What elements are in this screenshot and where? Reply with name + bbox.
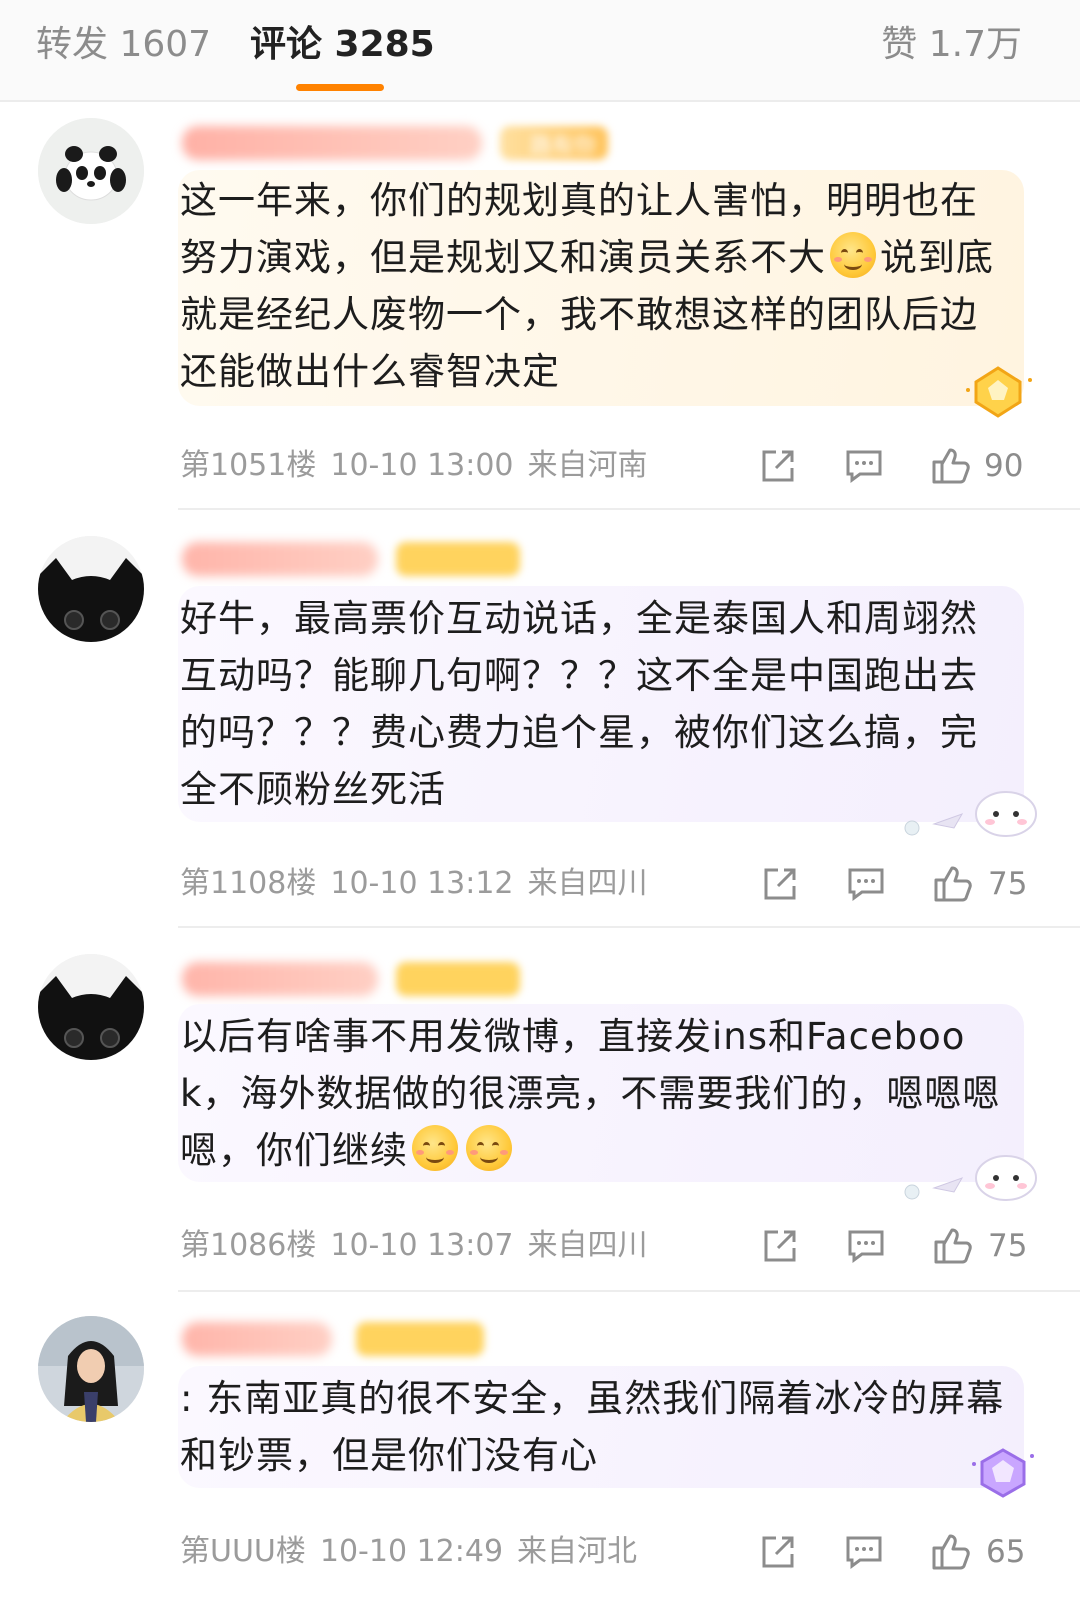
like-icon[interactable] — [928, 1530, 972, 1574]
diamond-badge-icon — [972, 1448, 1034, 1498]
like-count: 65 — [986, 1534, 1026, 1570]
bunny-sticker-icon — [904, 791, 1037, 837]
fan-badge[interactable] — [396, 542, 520, 576]
reply-icon[interactable] — [842, 444, 886, 488]
active-tab-indicator — [296, 84, 384, 91]
black-cat-avatar[interactable] — [38, 954, 144, 1060]
comment-actions: 75 — [0, 862, 1080, 912]
share-icon[interactable] — [758, 862, 802, 906]
comment-text: 以后有啥事不用发微博，直接发ins和Facebook，海外数据做的很漂亮，不需要… — [180, 1015, 1001, 1172]
share-icon[interactable] — [758, 1224, 802, 1268]
fan-badge[interactable] — [396, 962, 520, 996]
share-icon[interactable] — [756, 1530, 800, 1574]
username-redacted[interactable] — [182, 962, 378, 996]
smile-emoji-icon — [412, 1125, 458, 1171]
tab-comments[interactable]: 评论 3285 — [250, 22, 435, 68]
like-count: 75 — [988, 866, 1028, 902]
girl-photo-avatar[interactable] — [38, 1316, 144, 1422]
comment-divider — [178, 1290, 1080, 1292]
reply-icon[interactable] — [844, 862, 888, 906]
comment-actions: 65 — [0, 1530, 1080, 1580]
fan-badge-label: 路有你 — [530, 134, 597, 159]
comment-text: 这一年来，你们的规划真的让人害怕，明明也在努力演戏，但是规划又和演员关系不大 说到… — [180, 179, 994, 393]
username-redacted[interactable] — [182, 542, 378, 576]
like-icon[interactable] — [930, 862, 974, 906]
comment-tabs-bar: 转发 1607 评论 3285 赞 1.7万 — [0, 0, 1080, 102]
like-count: 75 — [988, 1228, 1028, 1264]
black-cat-avatar[interactable] — [38, 536, 144, 642]
comment-text: 好牛，最高票价互动说话，全是泰国人和周翊然互动吗？能聊几句啊？？？这不全是中国跑… — [180, 597, 978, 811]
crown-badge-icon — [966, 366, 1032, 418]
reply-icon[interactable] — [842, 1530, 886, 1574]
comment-actions: 75 — [0, 1224, 1080, 1274]
bunny-sticker-icon — [904, 1155, 1037, 1201]
tab-likes[interactable]: 赞 1.7万 — [881, 22, 1022, 68]
panda-avatar[interactable] — [38, 118, 144, 224]
smile-emoji-icon — [830, 232, 876, 278]
comment-text: : 东南亚真的很不安全，虽然我们隔着冰冷的屏幕和钞票，但是你们没有心 — [180, 1377, 1005, 1477]
username-redacted[interactable] — [182, 126, 482, 160]
comment-actions: 90 — [0, 444, 1080, 494]
share-icon[interactable] — [756, 444, 800, 488]
username-redacted[interactable] — [182, 1322, 332, 1356]
smile-emoji-icon — [466, 1125, 512, 1171]
tab-reposts[interactable]: 转发 1607 — [36, 22, 211, 68]
like-icon[interactable] — [930, 1224, 974, 1268]
fan-badge[interactable]: 路有你 — [500, 126, 608, 160]
fan-badge[interactable] — [356, 1322, 484, 1356]
comment-divider — [178, 926, 1080, 928]
comment-divider — [178, 508, 1080, 510]
like-count: 90 — [984, 448, 1024, 484]
like-icon[interactable] — [928, 444, 972, 488]
reply-icon[interactable] — [844, 1224, 888, 1268]
